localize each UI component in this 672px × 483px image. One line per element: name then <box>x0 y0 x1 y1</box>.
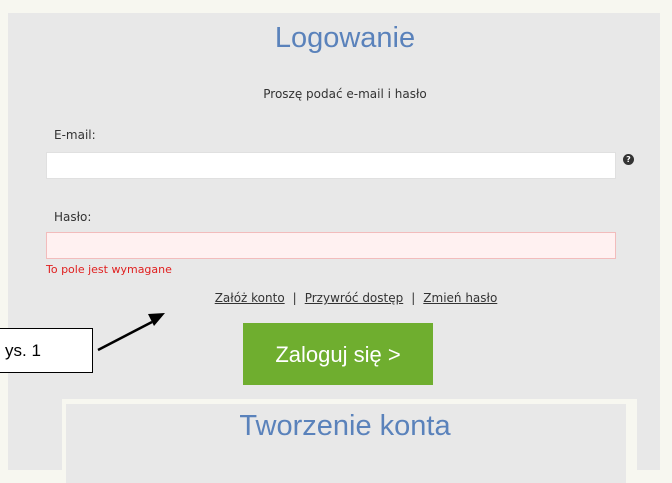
password-field[interactable] <box>46 232 616 259</box>
create-account-link[interactable]: Załóż konto <box>215 291 285 305</box>
annotation-callout: ys. 1 <box>0 328 93 373</box>
link-separator: | <box>411 291 416 305</box>
link-separator: | <box>292 291 297 305</box>
account-links: Załóż konto | Przywróć dostęp | Zmień hasło <box>0 291 672 305</box>
change-password-link[interactable]: Zmień hasło <box>423 291 497 305</box>
login-button[interactable]: Zaloguj się > <box>243 323 433 385</box>
register-title: Tworzenie konta <box>239 410 451 442</box>
password-label: Hasło: <box>54 210 92 224</box>
restore-access-link[interactable]: Przywróć dostęp <box>305 291 404 305</box>
password-error: To pole jest wymagane <box>46 263 172 276</box>
email-field[interactable] <box>46 152 616 179</box>
login-subtitle: Proszę podać e-mail i hasło <box>263 87 427 101</box>
email-label: E-mail: <box>54 128 96 142</box>
login-title: Logowanie <box>274 22 416 54</box>
question-icon[interactable]: ? <box>623 154 634 165</box>
